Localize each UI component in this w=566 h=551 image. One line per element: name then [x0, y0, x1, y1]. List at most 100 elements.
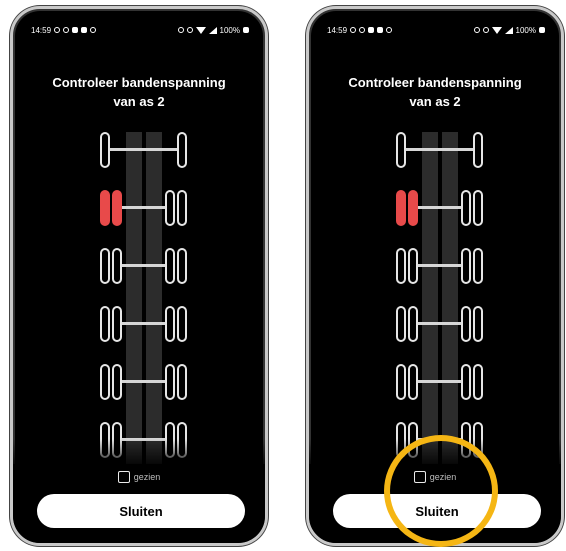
chassis-rail-right: [442, 132, 458, 464]
tire-alert: [408, 190, 418, 226]
status-bar: 14:59 100%: [327, 24, 545, 36]
tire: [112, 248, 122, 284]
tire: [408, 248, 418, 284]
axle-bar: [406, 148, 473, 151]
tire: [100, 364, 110, 400]
tire: [396, 132, 406, 168]
highlight-circle-annotation: [384, 435, 498, 547]
app-icon: [72, 27, 79, 33]
tire: [112, 364, 122, 400]
tire: [177, 190, 187, 226]
signal-icon: [208, 26, 217, 34]
axle-bar: [122, 264, 165, 267]
title-line-2: van as 2: [113, 94, 165, 109]
axle-1: [309, 132, 561, 168]
axle-bar: [418, 322, 461, 325]
axle-diagram: [309, 124, 561, 464]
tire: [461, 248, 471, 284]
axle-1: [13, 132, 265, 168]
wifi-icon: [195, 26, 206, 34]
tire: [461, 306, 471, 342]
tire-alert: [396, 190, 406, 226]
status-time: 14:59: [31, 25, 52, 35]
seen-checkbox-label: gezien: [133, 472, 161, 482]
tire-alert: [112, 190, 122, 226]
axle-2: [13, 190, 265, 226]
tire: [473, 364, 483, 400]
notification-icon: [54, 27, 61, 33]
phone-screen-left: 14:59 100% Controleer bandenspanning van…: [10, 6, 268, 546]
sync-icon: [359, 27, 366, 33]
tire: [473, 306, 483, 342]
axle-bar: [418, 380, 461, 383]
tire: [396, 248, 406, 284]
tire: [112, 306, 122, 342]
mail-icon: [377, 27, 384, 33]
status-time: 14:59: [327, 25, 348, 35]
location-icon: [473, 27, 480, 33]
settings-icon: [90, 27, 97, 33]
tire: [396, 364, 406, 400]
chassis-rail-right: [146, 132, 162, 464]
axle-bar: [110, 148, 177, 151]
tire: [165, 306, 175, 342]
axle-bar: [418, 206, 461, 209]
tire: [177, 306, 187, 342]
seen-checkbox-row[interactable]: gezien: [13, 471, 265, 483]
tire: [461, 190, 471, 226]
tire: [165, 364, 175, 400]
close-button[interactable]: Sluiten: [37, 494, 245, 528]
tire-alert: [100, 190, 110, 226]
axle-3: [309, 248, 561, 284]
seen-checkbox[interactable]: [117, 471, 130, 483]
tire: [165, 190, 175, 226]
axle-bar: [122, 380, 165, 383]
battery-percentage: 100%: [219, 25, 240, 35]
wifi-icon: [491, 26, 502, 34]
tire: [177, 132, 187, 168]
battery-icon: [539, 27, 545, 33]
tire: [473, 248, 483, 284]
tire: [177, 364, 187, 400]
tire: [100, 132, 110, 168]
mute-icon: [186, 27, 193, 33]
mute-icon: [482, 27, 489, 33]
page-title: Controleer bandenspanning van as 2: [309, 73, 561, 111]
axle-bar: [122, 206, 165, 209]
axle-2: [309, 190, 561, 226]
tire: [165, 248, 175, 284]
axle-5: [309, 364, 561, 400]
notification-icon: [350, 27, 357, 33]
tire: [100, 248, 110, 284]
tire: [177, 248, 187, 284]
tire: [100, 306, 110, 342]
battery-icon: [243, 27, 249, 33]
mail-icon: [81, 27, 88, 33]
title-line-1: Controleer bandenspanning: [52, 75, 226, 90]
axle-diagram: [13, 124, 265, 464]
settings-icon: [386, 27, 393, 33]
page-title: Controleer bandenspanning van as 2: [13, 73, 265, 111]
tire: [408, 306, 418, 342]
tire: [473, 190, 483, 226]
location-icon: [177, 27, 184, 33]
app-icon: [368, 27, 375, 33]
axle-5: [13, 364, 265, 400]
axle-3: [13, 248, 265, 284]
chassis-rail-left: [422, 132, 438, 464]
sync-icon: [63, 27, 70, 33]
axle-4: [13, 306, 265, 342]
axle-bar: [418, 264, 461, 267]
tire: [461, 364, 471, 400]
axle-4: [309, 306, 561, 342]
axle-bar: [122, 322, 165, 325]
tire: [408, 364, 418, 400]
tire: [473, 132, 483, 168]
title-line-1: Controleer bandenspanning: [348, 75, 522, 90]
title-line-2: van as 2: [409, 94, 461, 109]
battery-percentage: 100%: [515, 25, 536, 35]
chassis-rail-left: [126, 132, 142, 464]
tire: [396, 306, 406, 342]
status-bar: 14:59 100%: [31, 24, 249, 36]
signal-icon: [504, 26, 513, 34]
